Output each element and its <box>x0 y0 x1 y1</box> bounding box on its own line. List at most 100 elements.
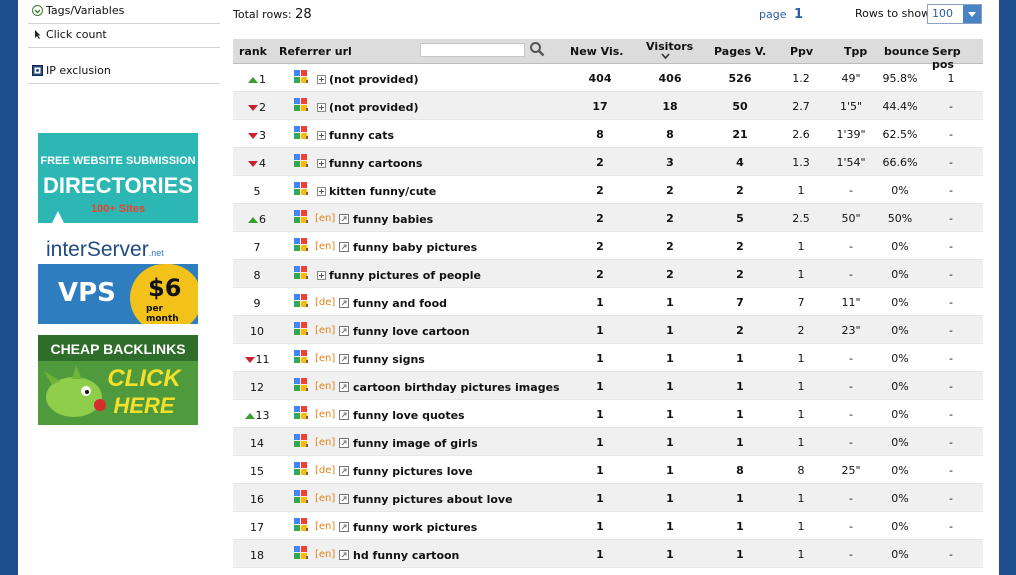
keyword-link[interactable]: funny love cartoon <box>353 325 470 338</box>
header-bounce[interactable]: bounce <box>884 45 929 58</box>
header-rank[interactable]: rank <box>239 45 267 58</box>
table-row[interactable]: 4 funny cartoons 2 3 4 1.3 1'54" 66.6% - <box>233 148 983 176</box>
table-row[interactable]: 6 [en] funny babies 2 2 5 2.5 50" 50% - <box>233 204 983 232</box>
header-visitors[interactable]: Visitors <box>646 40 693 53</box>
ad-banner-submission[interactable]: FREE WEBSITE SUBMISSION DIRECTORIES 100+… <box>38 133 198 223</box>
keyword-link[interactable]: funny and food <box>353 297 447 310</box>
header-pages-viewed[interactable]: Pages V. <box>714 45 766 58</box>
external-link-icon[interactable] <box>339 298 349 308</box>
keyword-link[interactable]: funny pictures about love <box>353 493 513 506</box>
ad-banner-backlinks[interactable]: CHEAP BACKLINKS CLICK HERE <box>38 335 198 425</box>
expand-icon[interactable] <box>317 103 326 112</box>
keyword-link[interactable]: (not provided) <box>329 73 419 86</box>
external-link-icon[interactable] <box>339 494 349 504</box>
header-new-visitors[interactable]: New Vis. <box>570 45 623 58</box>
external-link-icon[interactable] <box>339 214 349 224</box>
sidebar-item-tags-variables[interactable]: Tags/Variables <box>28 0 220 24</box>
ppv-cell: 1 <box>797 408 805 421</box>
external-link-icon[interactable] <box>339 326 349 336</box>
table-row[interactable]: 13 [en] funny love quotes 1 1 1 1 - 0% - <box>233 400 983 428</box>
rank-cell: 10 <box>233 325 281 338</box>
ppv-cell: 1 <box>797 548 805 561</box>
external-link-icon[interactable] <box>339 438 349 448</box>
page-link[interactable]: 1 <box>794 7 803 22</box>
table-row[interactable]: 7 [en] funny baby pictures 2 2 2 1 - 0% - <box>233 232 983 260</box>
keyword-link[interactable]: cartoon birthday pictures images <box>353 381 560 394</box>
trend-down-icon <box>244 357 255 363</box>
expand-icon[interactable] <box>317 187 326 196</box>
sidebar-item-ip-exclusion[interactable]: IP exclusion <box>28 60 220 84</box>
rank-value: 18 <box>250 549 264 562</box>
ad-per-month: per month <box>146 304 179 324</box>
table-row[interactable]: 2 (not provided) 17 18 50 2.7 1'5" 44.4% - <box>233 92 983 120</box>
language-tag: [en] <box>315 325 336 336</box>
keyword-link[interactable]: (not provided) <box>329 101 419 114</box>
ad-text: CLICK <box>107 365 181 392</box>
external-link-icon[interactable] <box>339 550 349 560</box>
header-tpp[interactable]: Tpp <box>844 45 867 58</box>
keyword-link[interactable]: funny image of girls <box>353 437 478 450</box>
bounce-cell: 0% <box>891 408 909 421</box>
keyword-link[interactable]: funny work pictures <box>353 521 477 534</box>
serp-position-cell: - <box>949 436 953 449</box>
external-link-icon[interactable] <box>339 466 349 476</box>
table-row[interactable]: 10 [en] funny love cartoon 1 1 2 2 23" 0% - <box>233 316 983 344</box>
keyword-link[interactable]: hd funny cartoon <box>353 549 459 562</box>
keyword-link[interactable]: funny cartoons <box>329 157 422 170</box>
ad-banner-interserver[interactable]: interServer.net VPS $6 per month <box>38 234 198 324</box>
rank-value: 9 <box>253 297 261 310</box>
keyword-link[interactable]: kitten funny/cute <box>329 185 436 198</box>
table-row[interactable]: 14 [en] funny image of girls 1 1 1 1 - 0% - <box>233 428 983 456</box>
external-link-icon[interactable] <box>339 382 349 392</box>
google-icon <box>293 545 309 560</box>
rank-value: 4 <box>259 157 266 170</box>
table-row[interactable]: 18 [en] hd funny cartoon 1 1 1 1 - 0% - <box>233 540 983 568</box>
table-row[interactable]: 9 [de] funny and food 1 1 7 7 11" 0% - <box>233 288 983 316</box>
external-link-icon[interactable] <box>339 410 349 420</box>
table-row[interactable]: 3 funny cats 8 8 21 2.6 1'39" 62.5% - <box>233 120 983 148</box>
serp-position-cell: - <box>949 240 953 253</box>
keyword-link[interactable]: funny love quotes <box>353 409 465 422</box>
external-link-icon[interactable] <box>339 522 349 532</box>
table-row[interactable]: 12 [en] cartoon birthday pictures images 1 1… <box>233 372 983 400</box>
cursor-icon <box>35 30 41 39</box>
table-row[interactable]: 16 [en] funny pictures about love 1 1 1 1 - 0% - <box>233 484 983 512</box>
sidebar-item-click-count[interactable]: Click count <box>28 24 220 48</box>
rank-value: 11 <box>255 353 270 366</box>
external-link-icon[interactable] <box>339 354 349 364</box>
header-referrer[interactable]: Referrer url <box>279 45 352 58</box>
table-row[interactable]: 5 kitten funny/cute 2 2 2 1 - 0% - <box>233 176 983 204</box>
table-row[interactable]: 1 (not provided) 404 406 526 1.2 49" 95.8% 1 <box>233 64 983 92</box>
pages-viewed-cell: 5 <box>736 212 744 225</box>
referrer-filter-input[interactable] <box>420 43 525 57</box>
keyword-link[interactable]: funny cats <box>329 129 394 142</box>
rows-to-show-select[interactable]: 100 <box>927 4 982 24</box>
expand-icon[interactable] <box>317 131 326 140</box>
serp-position-cell: - <box>949 352 953 365</box>
sort-desc-icon[interactable] <box>661 53 670 60</box>
rank-cell: 4 <box>233 157 281 170</box>
search-icon[interactable] <box>529 41 545 57</box>
keyword-link[interactable]: funny baby pictures <box>353 241 477 254</box>
expand-icon[interactable] <box>317 75 326 84</box>
total-rows-value: 28 <box>295 7 312 22</box>
keyword-link[interactable]: funny pictures of people <box>329 269 481 282</box>
table-row[interactable]: 11 [en] funny signs 1 1 1 1-0% - <box>233 344 983 372</box>
expand-icon[interactable] <box>317 159 326 168</box>
rank-value: 8 <box>253 269 261 282</box>
google-icon <box>293 265 309 280</box>
keyword-link[interactable]: funny pictures love <box>353 465 473 478</box>
rank-cell: 15 <box>233 465 281 478</box>
keyword-link[interactable]: funny signs <box>353 353 425 366</box>
chevron-down-icon[interactable] <box>963 5 981 23</box>
external-link-icon[interactable] <box>339 242 349 252</box>
visitors-cell: 1 <box>666 408 674 421</box>
table-row[interactable]: 15 [de] funny pictures love 1 1 8 8 25" 0% - <box>233 456 983 484</box>
rank-cell: 11 <box>233 353 281 366</box>
keyword-link[interactable]: funny babies <box>353 213 433 226</box>
table-row[interactable]: 8 funny pictures of people 2 2 2 1 - 0% - <box>233 260 983 288</box>
rank-value: 15 <box>250 465 264 478</box>
header-ppv[interactable]: Ppv <box>790 45 813 58</box>
table-row[interactable]: 17 [en] funny work pictures 1 1 1 1 - 0% - <box>233 512 983 540</box>
expand-icon[interactable] <box>317 271 326 280</box>
